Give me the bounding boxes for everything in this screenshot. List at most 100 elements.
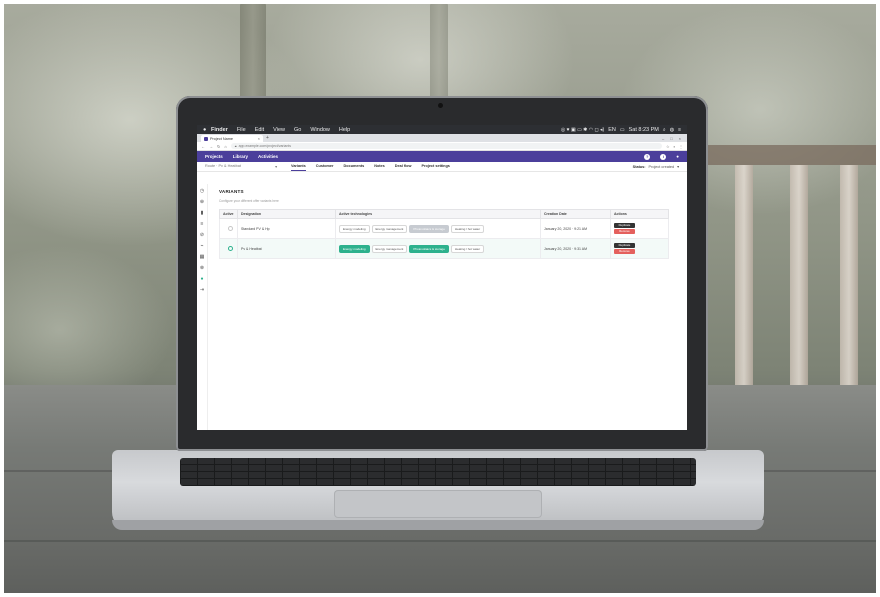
- browser-tabstrip: Project Name × + – □ ×: [197, 134, 687, 142]
- sidebar-icon-block[interactable]: ⊘: [200, 232, 204, 238]
- help-icon[interactable]: ?: [644, 153, 651, 160]
- page-title: VARIANTS: [219, 189, 244, 194]
- sidebar-icon-overview[interactable]: ◷: [200, 188, 204, 194]
- tab-notes[interactable]: Notes: [374, 162, 385, 171]
- menu-finder[interactable]: Finder: [211, 127, 228, 133]
- tech-chip[interactable]: Energy modeling: [339, 244, 370, 253]
- search-icon[interactable]: ⌕: [663, 127, 666, 133]
- variant-designation[interactable]: Standard PV & Hp: [237, 218, 336, 239]
- technology-chips: Energy modeling Energy management Photovol…: [335, 238, 541, 259]
- active-radio[interactable]: [228, 245, 233, 251]
- fence-post: [790, 165, 808, 395]
- menu-go[interactable]: Go: [294, 127, 301, 133]
- info-icon[interactable]: i: [660, 153, 667, 160]
- duplicate-button[interactable]: Duplicate: [614, 243, 635, 248]
- home-icon[interactable]: ⌂: [224, 144, 226, 149]
- macos-menubar: ● Finder File Edit View Go Window Help ◎…: [197, 125, 687, 134]
- header-designation: Designation: [237, 209, 336, 219]
- tab-deal-flow[interactable]: Deal flow: [395, 162, 412, 171]
- creation-date: January 20, 2020 · 9:31 AM: [540, 238, 611, 259]
- menu-view[interactable]: View: [273, 127, 285, 133]
- tech-chip[interactable]: Photovoltaics & storage: [409, 224, 449, 233]
- variant-select-value: Route · Pv & Heatbat: [205, 164, 241, 168]
- project-subnav: Route · Pv & Heatbat ▾ Variants Customer…: [197, 162, 687, 172]
- menubar-clock[interactable]: Sat 8:23 PM: [629, 127, 659, 133]
- header-active: Active: [219, 209, 238, 219]
- input-language[interactable]: EN: [608, 127, 616, 133]
- laptop-base: [112, 450, 764, 530]
- browser-tab[interactable]: Project Name ×: [201, 135, 263, 142]
- user-icon[interactable]: ●: [676, 154, 679, 159]
- app-nav-actions: ? i ●: [644, 153, 679, 160]
- menu-help[interactable]: Help: [339, 127, 350, 133]
- chevron-down-icon: ▾: [677, 165, 679, 169]
- battery-icon[interactable]: ▭: [620, 127, 625, 133]
- sidebar-icon-grid[interactable]: ▦: [200, 254, 205, 260]
- control-center-icon[interactable]: ≡: [678, 127, 681, 133]
- main-content: VARIANTS Configure your different offer …: [219, 189, 669, 259]
- tech-chip[interactable]: Heating / hot water: [450, 224, 485, 233]
- variant-select[interactable]: Route · Pv & Heatbat ▾: [205, 164, 277, 169]
- browser-extensions: ☆ ▪ ⋮: [666, 144, 683, 149]
- remove-button[interactable]: Remove: [614, 249, 635, 254]
- duplicate-button[interactable]: Duplicate: [614, 223, 635, 228]
- close-window-button[interactable]: ×: [679, 136, 681, 141]
- sidebar-icon-battery[interactable]: ▮: [201, 210, 204, 216]
- tech-chip[interactable]: Energy management: [371, 224, 408, 233]
- menu-edit[interactable]: Edit: [255, 127, 264, 133]
- window-controls: – □ ×: [662, 136, 687, 141]
- page-subtitle: Configure your different offer variants …: [219, 199, 279, 203]
- nav-projects[interactable]: Projects: [205, 154, 223, 159]
- apple-icon[interactable]: ●: [203, 127, 211, 133]
- status-value: Project created: [648, 164, 675, 169]
- forward-icon[interactable]: →: [209, 144, 213, 149]
- minimize-button[interactable]: –: [662, 136, 664, 141]
- tech-chip[interactable]: Energy modeling: [339, 224, 370, 233]
- extension-icon[interactable]: ▪: [674, 144, 675, 149]
- sidebar-icon-status[interactable]: ●: [200, 276, 203, 282]
- laptop-screen: ● Finder File Edit View Go Window Help ◎…: [197, 125, 687, 430]
- active-radio[interactable]: [228, 225, 233, 231]
- tech-chip[interactable]: Energy management: [371, 244, 408, 253]
- tab-variants[interactable]: Variants: [291, 162, 306, 171]
- app-top-nav: Projects Library Activities ? i ●: [197, 151, 687, 162]
- laptop-lip: [112, 520, 764, 530]
- tab-customer[interactable]: Customer: [316, 162, 334, 171]
- sidebar-icon-add[interactable]: ⊕: [200, 199, 204, 205]
- menu-window[interactable]: Window: [310, 127, 330, 133]
- sidebar-icon-settings[interactable]: ⊗: [200, 265, 204, 271]
- favicon-icon: [204, 136, 208, 141]
- table-row: Standard PV & Hp Energy modeling Energy m…: [219, 218, 669, 239]
- remove-button[interactable]: Remove: [614, 229, 635, 234]
- menu-file[interactable]: File: [237, 127, 246, 133]
- menu-dots-icon[interactable]: ⋮: [679, 144, 683, 149]
- table-plank-line: [0, 540, 880, 542]
- maximize-button[interactable]: □: [670, 136, 672, 141]
- tab-project-settings[interactable]: Project settings: [421, 162, 449, 171]
- back-icon[interactable]: ←: [201, 144, 205, 149]
- variants-table: Active Designation Active technologies C…: [219, 209, 669, 259]
- nav-activities[interactable]: Activities: [258, 154, 278, 159]
- header-technologies: Active technologies: [335, 209, 541, 219]
- nav-library[interactable]: Library: [233, 154, 248, 159]
- siri-icon[interactable]: ◍: [670, 127, 674, 133]
- variant-designation[interactable]: Pv & Heatbat: [237, 238, 336, 259]
- star-icon[interactable]: ☆: [666, 144, 670, 149]
- sidebar-icon-energy[interactable]: ⌁: [200, 243, 203, 249]
- tech-chip[interactable]: Heating / hot water: [450, 244, 485, 253]
- project-status[interactable]: Status: Project created ▾: [632, 164, 679, 170]
- menubar-status-area: ◎ ♥ ▣ ▭ ✱ ◠ ◻ ◂) EN ▭ Sat 8:23 PM ⌕ ◍ ≡: [561, 127, 681, 133]
- tech-chip[interactable]: Photovoltaics & storage: [409, 244, 449, 253]
- status-label: Status:: [632, 164, 646, 169]
- sidebar-icon-list[interactable]: ≡: [201, 221, 204, 227]
- new-tab-button[interactable]: +: [266, 135, 269, 141]
- laptop-trackpad: [334, 490, 542, 518]
- left-sidebar: ◷ ⊕ ▮ ≡ ⊘ ⌁ ▦ ⊗ ● ⇥: [197, 184, 208, 430]
- close-tab-icon[interactable]: ×: [258, 136, 260, 141]
- sidebar-icon-exit[interactable]: ⇥: [200, 287, 204, 293]
- address-bar[interactable]: 🔒︎ app.example.com/project/variants: [230, 143, 662, 149]
- reload-icon[interactable]: ↻: [217, 144, 220, 149]
- fence-post: [735, 165, 753, 395]
- tab-documents[interactable]: Documents: [344, 162, 365, 171]
- status-icons[interactable]: ◎ ♥ ▣ ▭ ✱ ◠ ◻ ◂): [561, 127, 604, 133]
